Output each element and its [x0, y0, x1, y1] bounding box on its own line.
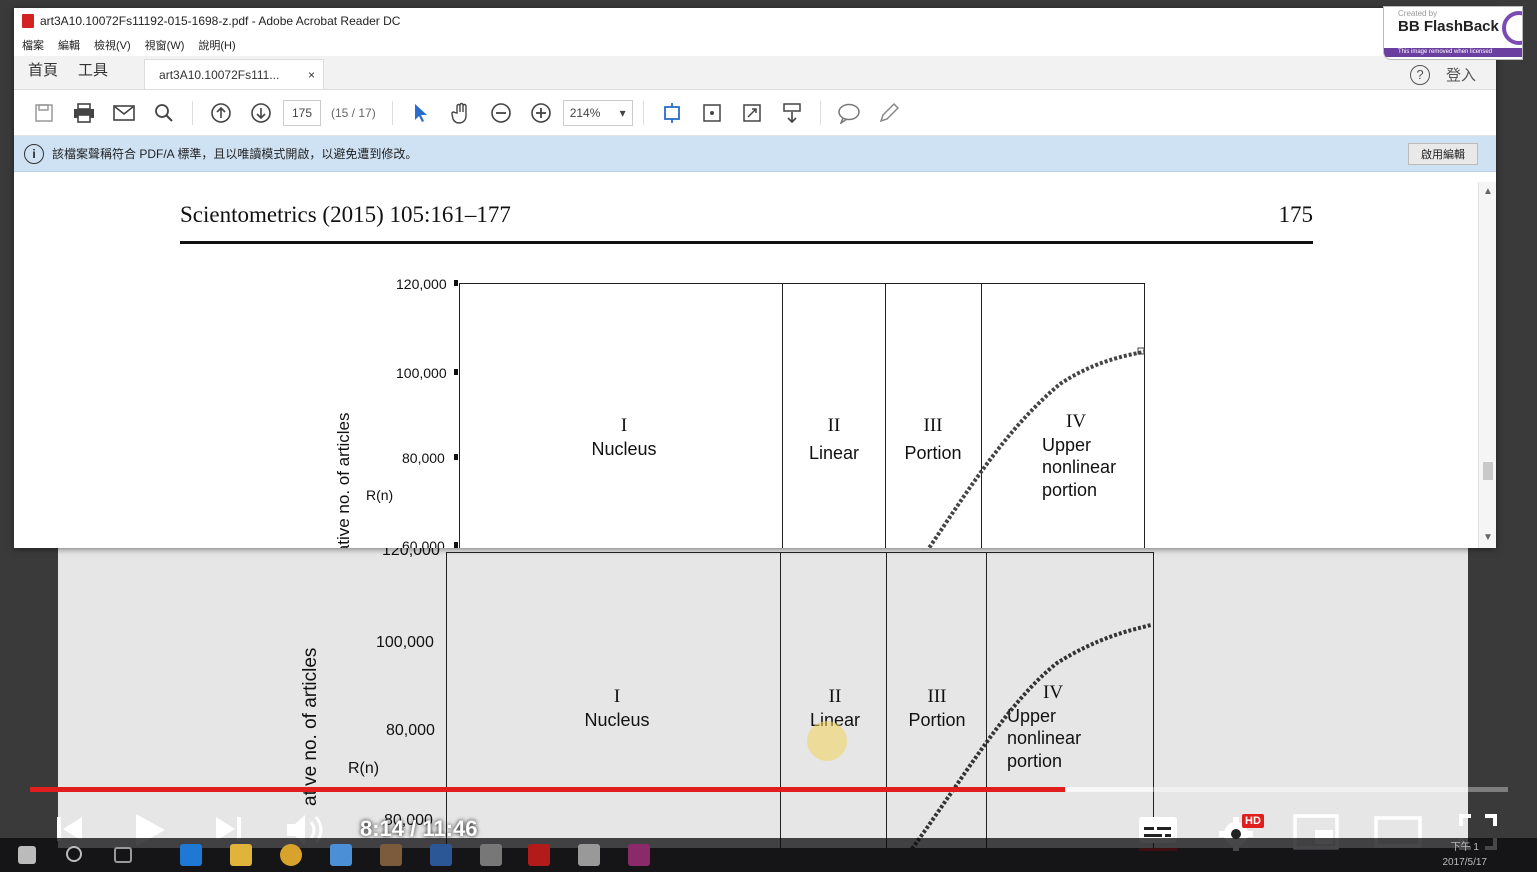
tab-tools[interactable]: 工具: [68, 59, 118, 89]
info-icon: i: [24, 143, 44, 164]
title-bar: art3A10.10072Fs11192-015-1698-z.pdf - Ad…: [14, 8, 1496, 34]
sign-in-link[interactable]: 登入: [1446, 64, 1476, 85]
y-tick-label: 60,000: [402, 538, 445, 548]
hd-badge: HD: [1242, 814, 1264, 828]
toolbar-divider: [642, 100, 644, 125]
fit-page-icon[interactable]: [654, 98, 690, 128]
document-view[interactable]: Scientometrics (2015) 105:161–177 175 la…: [14, 182, 1496, 548]
edge-icon[interactable]: [180, 844, 202, 866]
word-icon[interactable]: [430, 844, 452, 866]
rotate-view-icon[interactable]: [694, 98, 730, 128]
vertical-scrollbar[interactable]: ▲ ▼: [1478, 182, 1496, 548]
clock-date: 2017/5/17: [1442, 857, 1488, 868]
chrome-icon[interactable]: [280, 844, 302, 866]
next-page-icon[interactable]: [243, 98, 279, 128]
menu-bar: 檔案 編輯 檢視(V) 視窗(W) 說明(H): [14, 34, 1496, 56]
app-icon[interactable]: [480, 844, 502, 866]
acrobat-taskbar-icon[interactable]: [528, 844, 550, 866]
previous-page-icon[interactable]: [203, 98, 239, 128]
scroll-mode-icon[interactable]: [774, 98, 810, 128]
pdf-file-icon: [22, 14, 34, 28]
camera-icon[interactable]: [578, 844, 600, 866]
chevron-down-icon: ▾: [619, 105, 626, 120]
menu-file[interactable]: 檔案: [22, 37, 44, 53]
menu-view[interactable]: 檢視(V): [94, 37, 131, 53]
y-axis-label: lative no. of articles: [334, 412, 353, 548]
progress-played: [30, 787, 1065, 792]
data-curve: [926, 347, 1145, 548]
tab-home[interactable]: 首頁: [14, 59, 68, 89]
save-icon[interactable]: [26, 98, 62, 128]
bg-y-axis-label: ative no. of articles: [300, 647, 321, 806]
windows-taskbar: 下午 1 2017/5/17: [0, 838, 1537, 872]
zoom-dropdown[interactable]: 214% ▾: [562, 99, 633, 126]
taskbar-clock[interactable]: 下午 1 2017/5/17: [1443, 840, 1488, 870]
page-count: (15 / 17): [331, 105, 376, 120]
app-icon[interactable]: [628, 844, 650, 866]
toolbar-divider: [192, 100, 193, 125]
pdfa-message: 該檔案聲稱符合 PDF/A 標準，且以唯讀模式開啟，以避免遭到修改。: [52, 147, 418, 161]
bg-ytick: 80,000: [386, 722, 435, 739]
menu-edit[interactable]: 編輯: [58, 37, 80, 53]
pdfa-info-bar: i 該檔案聲稱符合 PDF/A 標準，且以唯讀模式開啟，以避免遭到修改。 啟用編…: [14, 136, 1496, 172]
comment-icon[interactable]: [831, 98, 867, 128]
watermark-strip: This image removed when licensed: [1384, 48, 1522, 57]
app-icon[interactable]: [380, 844, 402, 866]
toolbar: 175 (15 / 17) 214% ▾: [14, 90, 1496, 136]
print-icon[interactable]: [66, 98, 102, 128]
y-tick-label: 80,000: [402, 450, 445, 466]
scrollbar-thumb[interactable]: [1483, 462, 1493, 480]
window-title: art3A10.10072Fs11192-015-1698-z.pdf - Ad…: [40, 14, 401, 28]
y-tick-label: 120,000: [396, 276, 447, 292]
windows-start-icon[interactable]: [18, 846, 36, 864]
select-cursor-icon[interactable]: [403, 98, 439, 128]
tab-document[interactable]: art3A10.10072Fs111... ×: [144, 59, 325, 89]
zoom-in-icon[interactable]: [523, 98, 559, 128]
email-icon[interactable]: [106, 98, 142, 128]
plot-frame: I Nucleus II Linear III Portion IV Upper: [459, 283, 1145, 548]
toolbar-divider: [819, 100, 821, 125]
menu-help[interactable]: 說明(H): [198, 37, 235, 53]
app-icon[interactable]: [330, 844, 352, 866]
enable-editing-button[interactable]: 啟用編輯: [1408, 143, 1478, 165]
full-screen-icon[interactable]: [734, 98, 770, 128]
y-tick-label: 100,000: [396, 365, 447, 381]
bg-ytick: 120,000: [382, 548, 440, 559]
pen-icon[interactable]: [871, 98, 907, 128]
flashback-watermark: Created by BB FlashBack This image remov…: [1383, 6, 1523, 60]
bg-ytick: 100,000: [376, 634, 434, 651]
screen: ative no. of articles R(n) 120,000 100,0…: [0, 0, 1537, 872]
watermark-created-by: Created by: [1398, 9, 1438, 18]
tab-close-icon[interactable]: ×: [308, 68, 315, 82]
task-view-icon[interactable]: [114, 847, 132, 863]
help-icon[interactable]: ?: [1409, 64, 1430, 85]
rn-label: R(n): [366, 487, 394, 503]
account-area: ? 登入: [1409, 64, 1476, 85]
page-number-input[interactable]: 175: [283, 99, 321, 126]
menu-window[interactable]: 視窗(W): [145, 37, 185, 53]
toolbar-divider: [391, 100, 393, 125]
clock-time: 下午 1: [1450, 842, 1479, 853]
hand-tool-icon[interactable]: [443, 98, 479, 128]
search-taskbar-icon[interactable]: [66, 846, 82, 862]
scroll-down-icon[interactable]: ▼: [1483, 532, 1493, 543]
scroll-up-icon[interactable]: ▲: [1483, 186, 1493, 197]
watermark-logo-icon: [1502, 11, 1522, 45]
acrobat-window: art3A10.10072Fs11192-015-1698-z.pdf - Ad…: [14, 8, 1496, 548]
tab-bar: 首頁 工具 art3A10.10072Fs111... × ? 登入: [14, 56, 1496, 90]
bg-rn-label: R(n): [348, 760, 380, 777]
tab-document-label: art3A10.10072Fs111...: [159, 67, 280, 82]
figure: lative no. of articles R(n) 120,000 100,…: [14, 182, 1474, 548]
zoom-value: 214%: [569, 105, 601, 120]
progress-bar[interactable]: [30, 787, 1508, 792]
cursor-highlight: [807, 721, 847, 761]
file-explorer-icon[interactable]: [230, 844, 252, 866]
search-icon[interactable]: [146, 98, 182, 128]
zoom-out-icon[interactable]: [483, 98, 519, 128]
